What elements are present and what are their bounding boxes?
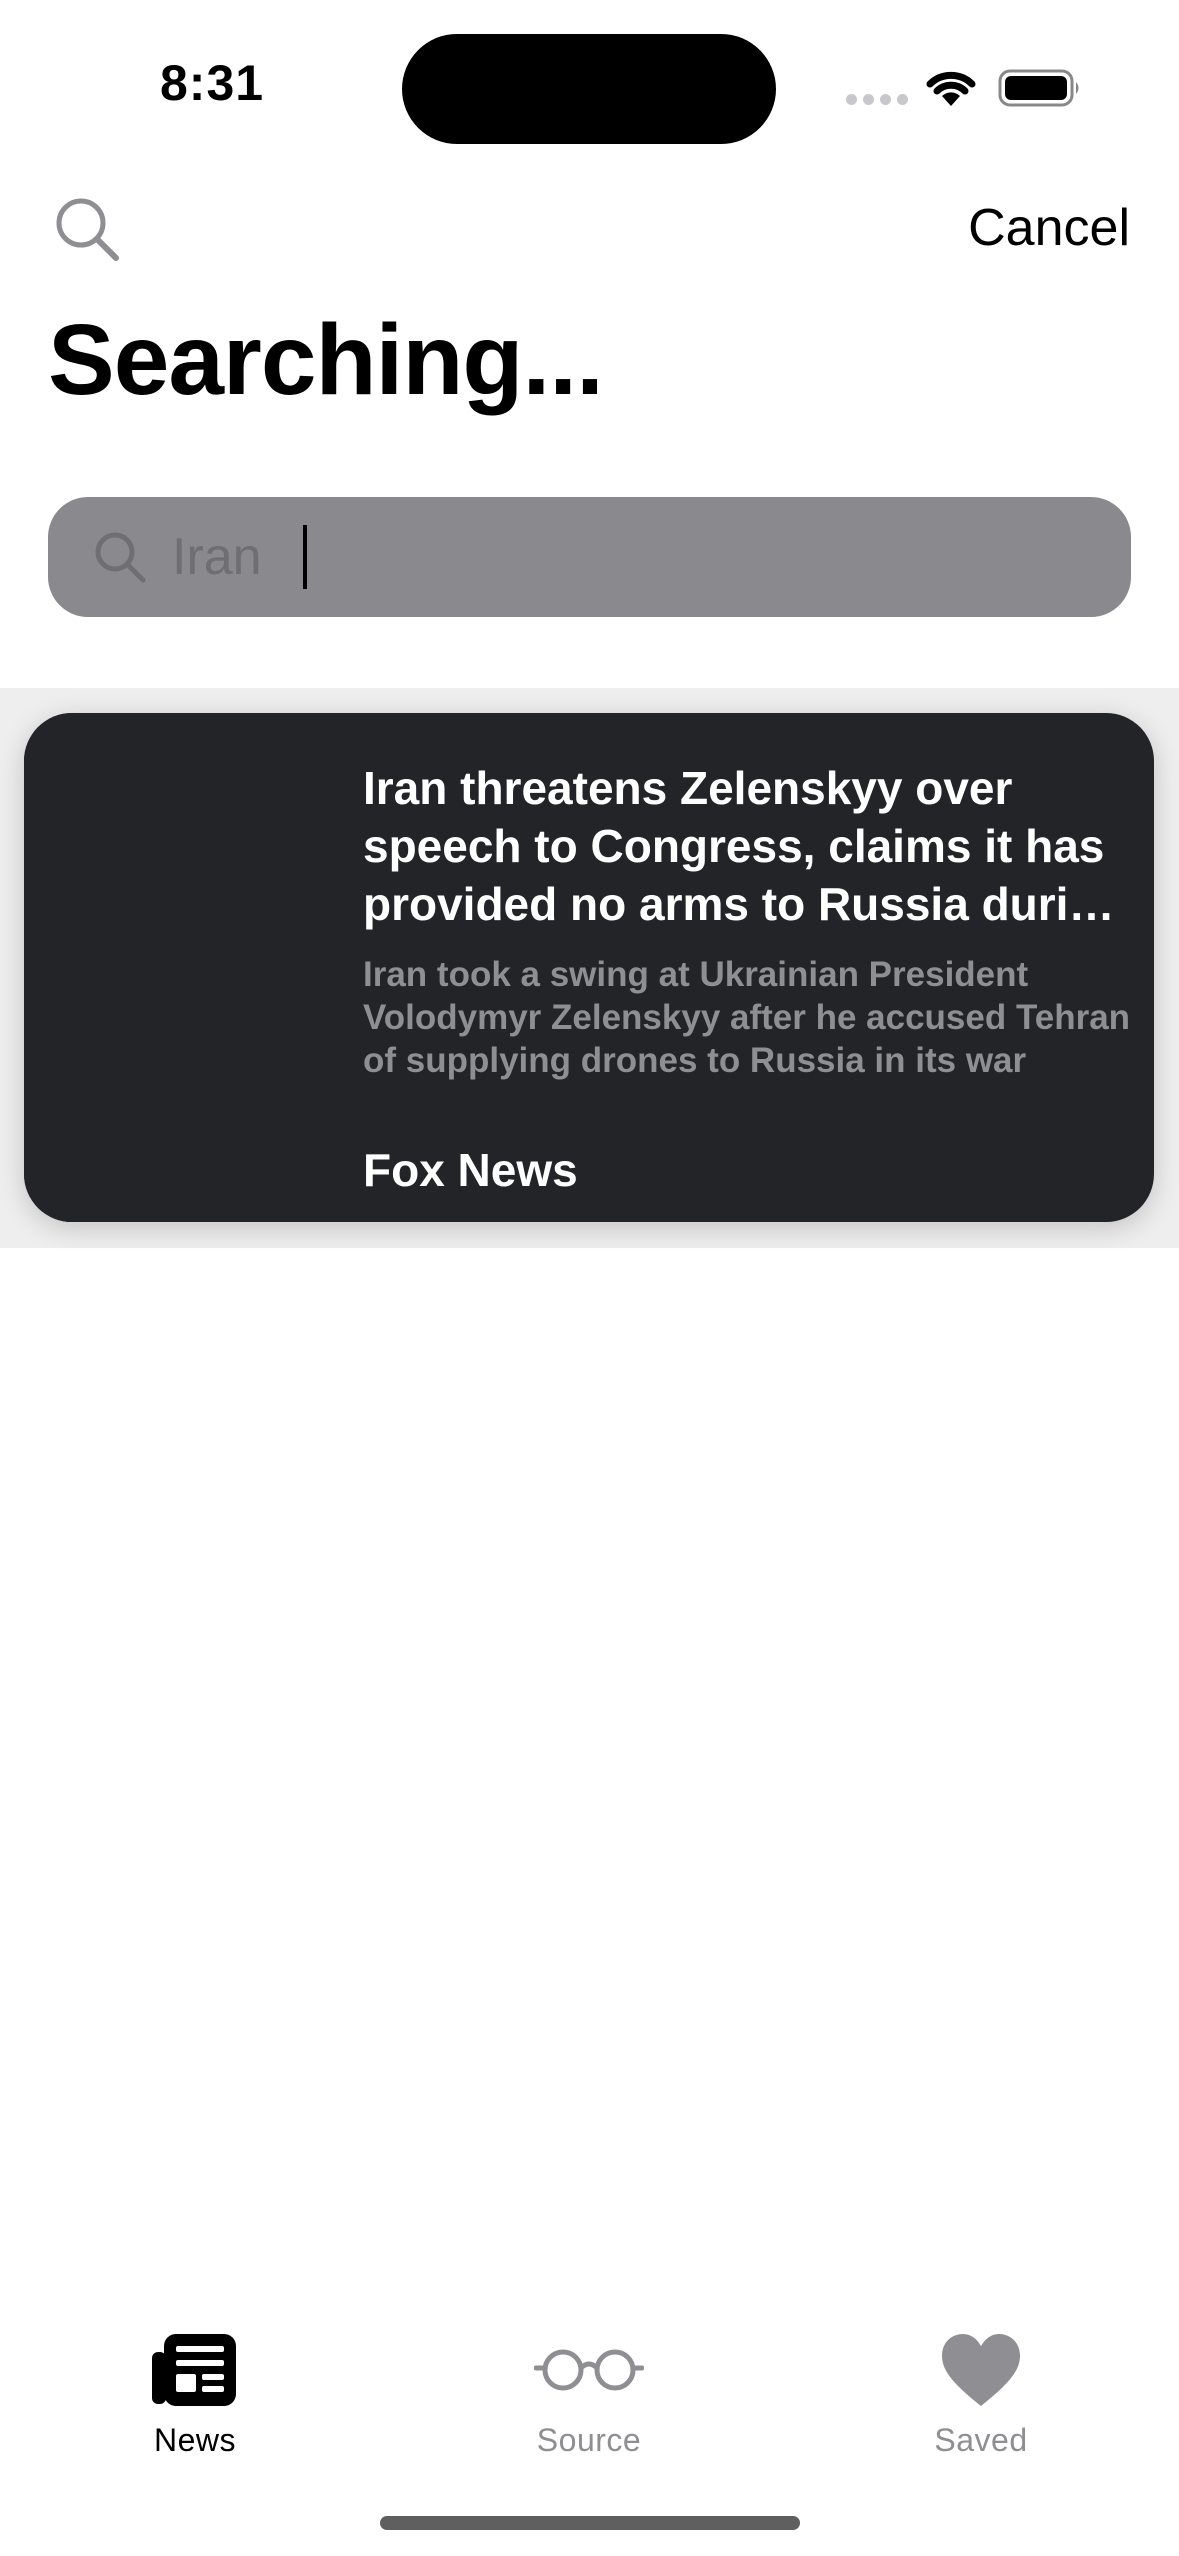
article-card[interactable]: Iran threatens Zelenskyy over speech to … (24, 713, 1154, 1222)
search-field-icon (95, 532, 146, 583)
glasses-icon (534, 2349, 644, 2391)
tab-source[interactable]: Source (469, 2330, 709, 2470)
page-title: Searching... (48, 304, 604, 416)
battery-icon (998, 69, 1079, 107)
home-indicator (380, 2516, 800, 2530)
article-headline: Iran threatens Zelenskyy over speech to … (363, 762, 1125, 930)
text-cursor (303, 525, 307, 589)
tab-news[interactable]: News (75, 2330, 315, 2470)
tab-bar: News Source Saved (0, 2300, 1179, 2480)
tab-news-label: News (153, 2422, 236, 2458)
search-input[interactable] (172, 497, 1072, 617)
dynamic-island (402, 34, 776, 144)
article-summary: Iran took a swing at Ukrainian President… (363, 955, 1131, 1080)
wifi-icon (926, 71, 976, 106)
search-field[interactable] (48, 497, 1131, 617)
cancel-button[interactable]: Cancel (968, 198, 1130, 258)
tab-saved-label: Saved (934, 2422, 1028, 2458)
newspaper-icon (152, 2334, 236, 2406)
tab-source-label: Source (536, 2422, 642, 2458)
status-time: 8:31 (160, 55, 265, 111)
search-icon[interactable] (52, 194, 122, 264)
heart-icon (942, 2334, 1020, 2406)
article-source: Fox News (363, 1144, 578, 1196)
cellular-signal-icon (846, 94, 908, 105)
article-thumbnail (24, 713, 344, 1222)
tab-saved[interactable]: Saved (861, 2330, 1101, 2470)
